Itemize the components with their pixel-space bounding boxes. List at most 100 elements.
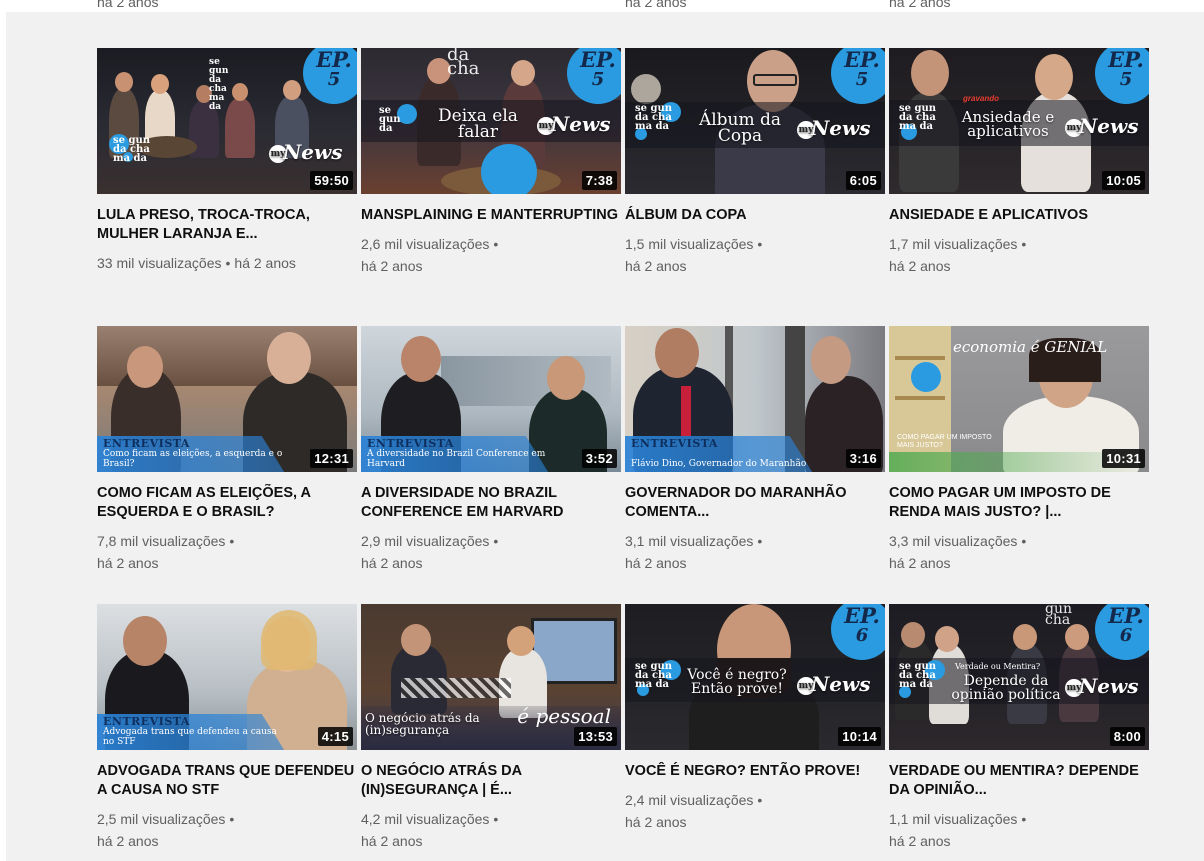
- video-title[interactable]: O NEGÓCIO ATRÁS DA (IN)SEGURANÇA | É...: [361, 762, 621, 800]
- show-logo: se gun da cha ma da: [635, 661, 673, 690]
- video-duration: 12:31: [310, 449, 353, 468]
- video-duration: 13:53: [574, 727, 617, 746]
- thumbnail-overlay-title: O negócio atrás da (in)segurança: [365, 711, 480, 737]
- video-info: 7,8 mil visualizações • há 2 anos: [97, 533, 235, 571]
- video-card[interactable]: ENTREVISTA Como ficam as eleições, a esq…: [97, 326, 357, 574]
- upload-age: há 2 anos: [361, 258, 423, 274]
- video-card[interactable]: O negócio atrás da (in)segurança é pesso…: [361, 604, 621, 852]
- view-count: 3,3 mil visualizações: [889, 533, 1018, 549]
- cut-age-3: há 2 anos: [889, 0, 951, 10]
- video-info: 1,1 mil visualizações • há 2 anos: [889, 811, 1027, 849]
- view-count: 2,6 mil visualizações: [361, 236, 490, 252]
- video-card[interactable]: se gun da cha ma da se gun da cha ma da …: [97, 48, 357, 274]
- video-meta: VOCÊ É NEGRO? ENTÃO PROVE! 2,4 mil visua…: [625, 750, 885, 833]
- video-thumbnail[interactable]: economia é GENIAL COMO PAGAR UM IMPOSTO …: [889, 326, 1149, 472]
- video-title[interactable]: ADVOGADA TRANS QUE DEFENDEU A CAUSA NO S…: [97, 762, 357, 800]
- video-duration: 4:15: [317, 727, 353, 746]
- video-thumbnail[interactable]: ENTREVISTA Advogada trans que defendeu a…: [97, 604, 357, 750]
- video-thumbnail[interactable]: ENTREVISTA A diversidade no Brazil Confe…: [361, 326, 621, 472]
- upload-age: há 2 anos: [97, 833, 159, 849]
- video-info: 3,1 mil visualizações • há 2 anos: [625, 533, 763, 571]
- mynews-logo: myNews: [1065, 674, 1139, 698]
- video-thumbnail[interactable]: da cha se gun da Deixa ela falar EP. 5 myN…: [361, 48, 621, 194]
- video-card[interactable]: se gun da cha ma da gravando Ansiedade e…: [889, 48, 1149, 277]
- upload-age: há 2 anos: [361, 555, 423, 571]
- upload-age: há 2 anos: [625, 555, 687, 571]
- upload-age: há 2 anos: [889, 258, 951, 274]
- show-logo: se gun da: [379, 105, 401, 134]
- entrevista-label: ENTREVISTA: [631, 437, 718, 450]
- video-duration: 10:14: [838, 727, 881, 746]
- video-info: 1,5 mil visualizações • há 2 anos: [625, 236, 763, 274]
- video-meta: VERDADE OU MENTIRA? DEPENDE DA OPINIÃO..…: [889, 750, 1149, 852]
- logo-dot: [481, 144, 537, 194]
- video-info: 2,4 mil visualizações • há 2 anos: [625, 792, 763, 830]
- video-card[interactable]: economia é GENIAL COMO PAGAR UM IMPOSTO …: [889, 326, 1149, 574]
- video-info: 2,9 mil visualizações • há 2 anos: [361, 533, 499, 571]
- video-meta: GOVERNADOR DO MARANHÃO COMENTA... 3,1 mi…: [625, 472, 885, 574]
- left-edge: [0, 0, 6, 861]
- view-count: 3,1 mil visualizações: [625, 533, 754, 549]
- video-title[interactable]: VERDADE OU MENTIRA? DEPENDE DA OPINIÃO..…: [889, 762, 1149, 800]
- video-meta: ÁLBUM DA COPA 1,5 mil visualizações • há 2…: [625, 194, 885, 277]
- video-title[interactable]: ANSIEDADE E APLICATIVOS: [889, 206, 1149, 225]
- video-duration: 6:05: [845, 171, 881, 190]
- video-thumbnail[interactable]: ENTREVISTA Como ficam as eleições, a esq…: [97, 326, 357, 472]
- thumbnail-overlay-title: Álbum da Copa: [698, 110, 782, 146]
- video-thumbnail[interactable]: se gun da cha ma da gravando Ansiedade e…: [889, 48, 1149, 194]
- video-card[interactable]: da cha se gun da Deixa ela falar EP. 5 myN…: [361, 48, 621, 277]
- thumbnail-subtitle: A diversidade no Brazil Conference em Ha…: [367, 449, 546, 469]
- video-title[interactable]: VOCÊ É NEGRO? ENTÃO PROVE!: [625, 762, 885, 781]
- thumbnail-subtitle: Flávio Dino, Governador do Maranhão: [631, 459, 807, 469]
- video-info: 4,2 mil visualizações • há 2 anos: [361, 811, 499, 849]
- video-thumbnail[interactable]: se gun da cha ma da Você é negro? Então …: [625, 604, 885, 750]
- view-count: 7,8 mil visualizações: [97, 533, 226, 549]
- video-meta: ADVOGADA TRANS QUE DEFENDEU A CAUSA NO S…: [97, 750, 357, 852]
- previous-row-cutoff: há 2 anos há 2 anos há 2 anos: [0, 0, 1204, 12]
- video-thumbnail[interactable]: O negócio atrás da (in)segurança é pesso…: [361, 604, 621, 750]
- view-count: 2,5 mil visualizações: [97, 811, 226, 827]
- video-meta: MANSPLAINING E MANTERRUPTING 2,6 mil vis…: [361, 194, 621, 277]
- video-duration: 3:16: [845, 449, 881, 468]
- upload-age: há 2 anos: [361, 833, 423, 849]
- video-meta: ANSIEDADE E APLICATIVOS 1,7 mil visualiz…: [889, 194, 1149, 277]
- video-card[interactable]: ENTREVISTA Flávio Dino, Governador do Ma…: [625, 326, 885, 574]
- show-logo-pessoal: é pessoal: [517, 704, 611, 728]
- video-card[interactable]: ENTREVISTA A diversidade no Brazil Confe…: [361, 326, 621, 574]
- video-title[interactable]: ÁLBUM DA COPA: [625, 206, 885, 225]
- video-thumbnail[interactable]: gun cha se gun da cha ma da Verdade ou Me…: [889, 604, 1149, 750]
- mynews-logo: myNews: [537, 112, 611, 136]
- video-card[interactable]: se gun da cha ma da Álbum da Copa EP. 5 m…: [625, 48, 885, 277]
- thumbnail-overlay-title: Deixa ela falar: [438, 106, 518, 142]
- video-thumbnail[interactable]: se gun da cha ma da se gun da cha ma da …: [97, 48, 357, 194]
- thumbnail-subtitle: Advogada trans que defendeu a causa no S…: [103, 727, 277, 747]
- thumbnail-subtitle: COMO PAGAR UM IMPOSTO MAIS JUSTO?: [897, 434, 992, 449]
- video-card[interactable]: ENTREVISTA Advogada trans que defendeu a…: [97, 604, 357, 852]
- video-thumbnail[interactable]: ENTREVISTA Flávio Dino, Governador do Ma…: [625, 326, 885, 472]
- video-title[interactable]: A DIVERSIDADE NO BRAZIL CONFERENCE EM HA…: [361, 484, 621, 522]
- mynews-logo: myNews: [1065, 114, 1139, 138]
- show-logo: se gun da cha ma da: [113, 135, 151, 164]
- video-title[interactable]: LULA PRESO, TROCA-TROCA, MULHER LARANJA …: [97, 206, 357, 244]
- video-title[interactable]: COMO FICAM AS ELEIÇÕES, A ESQUERDA E O B…: [97, 484, 357, 522]
- video-card[interactable]: gun cha se gun da cha ma da Verdade ou Me…: [889, 604, 1149, 852]
- upload-age: há 2 anos: [889, 555, 951, 571]
- video-thumbnail[interactable]: se gun da cha ma da Álbum da Copa EP. 5 m…: [625, 48, 885, 194]
- mynews-logo: myNews: [797, 672, 871, 696]
- video-info: 3,3 mil visualizações • há 2 anos: [889, 533, 1027, 571]
- video-title[interactable]: GOVERNADOR DO MARANHÃO COMENTA...: [625, 484, 885, 522]
- video-card[interactable]: se gun da cha ma da Você é negro? Então …: [625, 604, 885, 833]
- video-grid-page: há 2 anos há 2 anos há 2 anos se gun da …: [0, 0, 1204, 861]
- video-title[interactable]: MANSPLAINING E MANTERRUPTING: [361, 206, 621, 225]
- video-duration: 3:52: [581, 449, 617, 468]
- video-duration: 10:31: [1102, 449, 1145, 468]
- video-info: 2,6 mil visualizações • há 2 anos: [361, 236, 499, 274]
- upload-age: há 2 anos: [889, 833, 951, 849]
- view-count: 33 mil visualizações: [97, 255, 222, 271]
- thumbnail-overlay-title: Você é negro? Então prove!: [687, 667, 787, 697]
- video-duration: 10:05: [1102, 171, 1145, 190]
- video-title[interactable]: COMO PAGAR UM IMPOSTO DE RENDA MAIS JUST…: [889, 484, 1149, 522]
- show-logo: se gun da cha ma da: [899, 661, 937, 690]
- video-duration: 59:50: [310, 171, 353, 190]
- upload-age: há 2 anos: [625, 258, 687, 274]
